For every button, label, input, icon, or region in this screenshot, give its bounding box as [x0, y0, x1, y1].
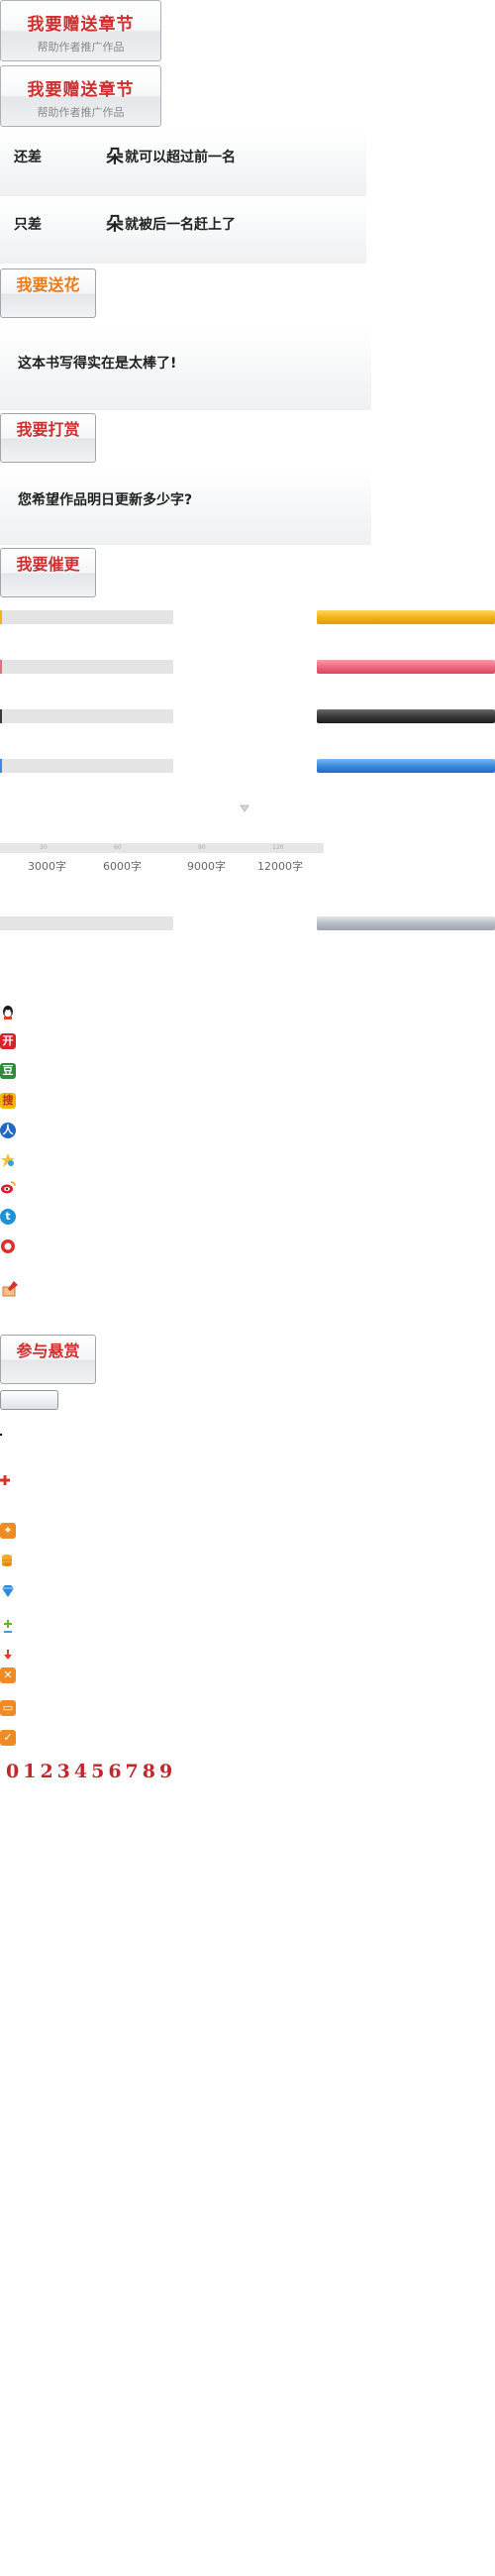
- update-question-panel: 您希望作品明日更新多少字?: [0, 466, 371, 545]
- sohu-icon[interactable]: 搜: [0, 1093, 16, 1109]
- word-scale-mark: 90: [198, 844, 206, 851]
- progress-fill-black: [0, 709, 2, 723]
- tqq-icon[interactable]: t: [0, 1209, 16, 1225]
- check-box-icon[interactable]: ✓: [0, 1730, 16, 1746]
- word-scale-mark: 120: [272, 844, 284, 851]
- gift-chapter-button[interactable]: 我要赠送章节 帮助作者推广作品: [0, 0, 161, 61]
- rank-text: 就被后一名赶上了: [125, 217, 236, 233]
- progress-fill-pink: [0, 660, 2, 674]
- praise-panel: 这本书写得实在是太棒了!: [0, 327, 371, 410]
- progress-fill-gold: [0, 610, 2, 624]
- word-scale-mark: 60: [114, 844, 122, 851]
- gift-chapter-subtitle: 帮助作者推广作品: [37, 106, 125, 119]
- down-arrow-icon[interactable]: [4, 1645, 12, 1660]
- send-flower-button[interactable]: 我要送花: [0, 268, 96, 318]
- douban-icon[interactable]: 豆: [0, 1063, 16, 1079]
- progress-fill-blue: [0, 759, 2, 773]
- urge-update-button[interactable]: 我要催更: [0, 548, 96, 597]
- digit-sprite: 0123456789: [6, 1761, 177, 1782]
- minus-small-icon[interactable]: [4, 1631, 12, 1633]
- progress-track-black: [0, 709, 173, 723]
- weibo-icon[interactable]: [0, 1179, 16, 1195]
- plus-icon[interactable]: [0, 1470, 10, 1485]
- word-scale-label: 9000字: [187, 860, 226, 873]
- reward-button[interactable]: 我要打赏: [0, 413, 96, 463]
- rank-label: 只差: [14, 217, 42, 233]
- gift-chapter-button-hover[interactable]: 我要赠送章节 帮助作者推广作品: [0, 65, 161, 127]
- baidu-icon[interactable]: [0, 1238, 16, 1254]
- rank-panel-ahead: 还差 朵 就可以超过前一名: [0, 131, 366, 196]
- plus-small-icon[interactable]: [4, 1613, 12, 1628]
- praise-text: 这本书写得实在是太棒了!: [18, 356, 177, 372]
- blank-button[interactable]: [0, 1390, 58, 1410]
- gift-box-icon: ✦: [0, 1523, 16, 1539]
- progress-track-gold: [0, 610, 173, 624]
- progress-track-silver: [0, 916, 173, 930]
- rank-panel-behind: 只差 朵 就被后一名赶上了: [0, 198, 366, 264]
- progress-track-blue: [0, 759, 173, 773]
- word-scale-label: 3000字: [28, 860, 66, 873]
- slider-thumb-icon[interactable]: [240, 799, 249, 812]
- rank-label: 还差: [14, 150, 42, 165]
- coin-stack-icon: [0, 1553, 14, 1568]
- gift-chapter-title: 我要赠送章节: [27, 15, 135, 35]
- progress-bar-black: [317, 709, 495, 723]
- flower-glyph: 朵: [106, 147, 124, 167]
- close-box-icon[interactable]: ✕: [0, 1667, 16, 1683]
- progress-bar-silver: [317, 916, 495, 930]
- word-scale-mark: 30: [40, 844, 48, 851]
- bullet-dot-icon: [0, 1434, 2, 1436]
- diamond-icon: [0, 1583, 16, 1597]
- chat-box-icon[interactable]: ▭: [0, 1700, 16, 1716]
- word-scale-label: 12000字: [257, 860, 303, 873]
- update-question-text: 您希望作品明日更新多少字?: [18, 492, 193, 508]
- word-scale-label: 6000字: [103, 860, 142, 873]
- gift-chapter-subtitle: 帮助作者推广作品: [37, 41, 125, 54]
- join-bounty-button[interactable]: 参与悬赏: [0, 1335, 96, 1384]
- renren-icon[interactable]: 人: [0, 1123, 16, 1138]
- feather-pen-icon[interactable]: [0, 1279, 20, 1299]
- rank-text: 就可以超过前一名: [125, 150, 236, 165]
- kaixin-icon[interactable]: 开: [0, 1033, 16, 1049]
- progress-track-pink: [0, 660, 173, 674]
- qq-icon[interactable]: [0, 1005, 16, 1020]
- progress-bar-gold: [317, 610, 495, 624]
- qzone-icon[interactable]: [0, 1152, 16, 1168]
- gift-chapter-title: 我要赠送章节: [27, 80, 135, 100]
- progress-bar-blue: [317, 759, 495, 773]
- progress-bar-pink: [317, 660, 495, 674]
- flower-glyph: 朵: [106, 214, 124, 235]
